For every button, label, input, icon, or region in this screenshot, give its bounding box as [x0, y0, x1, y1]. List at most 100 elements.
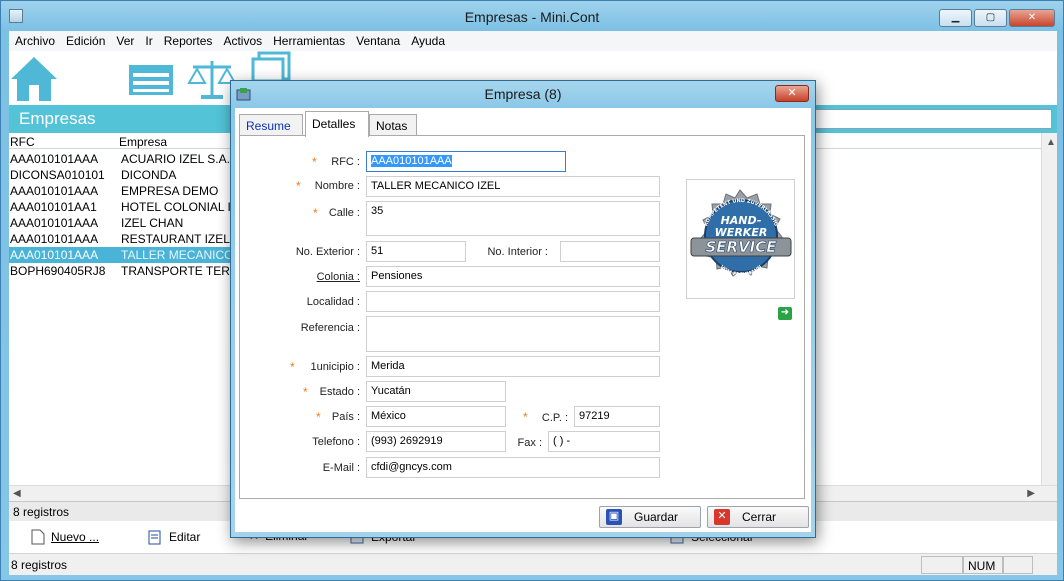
cancel-button[interactable]: ✕ Cerrar [707, 506, 809, 528]
scroll-up-icon[interactable]: ▲ [1046, 137, 1056, 148]
company-logo-image: KOMPETENT UND ZUVERLÄSSIG HAND- WERKER S… [690, 189, 792, 278]
table-row[interactable]: DICONSA010101 DICONDA [9, 167, 239, 183]
edit-label: Editar [169, 530, 201, 544]
window-title: Empresas - Mini.Cont [464, 9, 600, 25]
colonia-field[interactable]: Pensiones [366, 266, 660, 287]
dialog-title: Empresa (8) [484, 86, 562, 102]
table-row[interactable]: BOPH690405RJ8 TRANSPORTE TERR [9, 263, 239, 279]
cell-rfc: AAA010101AA1 [10, 200, 97, 214]
company-logo-frame[interactable]: KOMPETENT UND ZUVERLÄSSIG HAND- WERKER S… [686, 179, 795, 299]
no-exterior-field[interactable]: 51 [366, 241, 466, 262]
rfc-value: AAA010101AAA [371, 155, 452, 167]
table-icon[interactable] [127, 61, 177, 99]
calle-label: Calle : [328, 207, 360, 219]
close-button[interactable]: ✕ [1009, 9, 1055, 27]
title-bar: Empresas - Mini.Cont ▁ ▢ ✕ [1, 1, 1063, 31]
record-count: 8 registros [13, 505, 70, 519]
no-exterior-label: No. Exterior : [295, 246, 360, 258]
municipio-label: 1unicipio : [310, 361, 360, 373]
dialog-close-button[interactable]: ✕ [775, 85, 809, 102]
cell-rfc: AAA010101AAA [10, 184, 99, 198]
new-label: Nuevo ... [51, 530, 100, 544]
cell-empresa: DICONDA [121, 168, 177, 182]
table-row[interactable]: AAA010101AAA ACUARIO IZEL S.A. D [9, 151, 239, 167]
estado-label: Estado : [319, 386, 360, 398]
status-bar: 8 registros NUM [9, 553, 1057, 575]
edit-button[interactable]: Editar [147, 529, 200, 545]
estado-field[interactable]: Yucatán [366, 381, 506, 402]
menu-ayuda[interactable]: Ayuda [405, 31, 450, 51]
municipio-field[interactable]: Merida [366, 356, 660, 377]
telefono-label: Telefono : [312, 436, 360, 448]
new-button[interactable]: Nuevo ... [31, 529, 99, 545]
cancel-x-icon: ✕ [714, 509, 730, 525]
referencia-field[interactable] [366, 316, 660, 352]
required-mark: * [523, 410, 528, 424]
minimize-button[interactable]: ▁ [939, 9, 972, 27]
rfc-field[interactable]: AAA010101AAA [366, 151, 566, 172]
menu-reportes[interactable]: Reportes [158, 31, 218, 51]
cancel-label: Cerrar [742, 510, 777, 524]
menu-herramientas[interactable]: Herramientas [267, 31, 350, 51]
cell-empresa: HOTEL COLONIAL IZ [121, 200, 239, 214]
maximize-button[interactable]: ▢ [974, 9, 1007, 27]
vertical-scrollbar[interactable]: ▲ [1041, 133, 1057, 485]
pais-field[interactable]: México [366, 406, 506, 427]
cell-empresa: TALLER MECANICO [121, 248, 234, 262]
menu-ir[interactable]: Ir [139, 31, 157, 51]
tab-detalles[interactable]: Detalles [305, 111, 369, 137]
table-row[interactable]: AAA010101AAA IZEL CHAN [9, 215, 239, 231]
table-row[interactable]: AAA010101AAA EMPRESA DEMO [9, 183, 239, 199]
column-header-empresa[interactable]: Empresa [119, 135, 167, 149]
pais-label: País : [331, 411, 360, 423]
rfc-label: RFC : [331, 156, 360, 168]
telefono-field[interactable]: (993) 2692919 [366, 431, 506, 452]
section-title: Empresas [19, 109, 96, 128]
table-row[interactable]: AAA010101AA1 HOTEL COLONIAL IZ [9, 199, 239, 215]
menu-activos[interactable]: Activos [217, 31, 267, 51]
fax-field[interactable]: ( ) - [548, 431, 660, 452]
tab-notas[interactable]: Notas [369, 114, 417, 136]
save-label: Guardar [634, 510, 679, 524]
menu-archivo[interactable]: Archivo [9, 31, 60, 51]
cell-empresa: ACUARIO IZEL S.A. D [121, 152, 239, 166]
home-icon[interactable] [9, 53, 59, 103]
localidad-field[interactable] [366, 291, 660, 312]
company-dialog: Empresa (8) ✕ Resume Detalles Notas * RF… [230, 80, 816, 538]
menu-ventana[interactable]: Ventana [350, 31, 405, 51]
no-interior-label: No. Interior : [487, 246, 548, 258]
cell-rfc: AAA010101AAA [10, 232, 99, 246]
cp-field[interactable]: 97219 [574, 406, 660, 427]
calle-field[interactable]: 35 [366, 201, 660, 236]
menu-edicion[interactable]: Edición [60, 31, 110, 51]
dialog-body: Resume Detalles Notas * RFC : AAA010101A… [235, 108, 811, 532]
nombre-field[interactable]: TALLER MECANICO IZEL [366, 176, 660, 197]
cell-empresa: TRANSPORTE TERR [121, 264, 239, 278]
scroll-right-icon[interactable]: ▶ [1027, 488, 1035, 499]
documents-icon[interactable] [249, 51, 299, 81]
referencia-label: Referencia : [300, 322, 360, 334]
scroll-left-icon[interactable]: ◀ [13, 488, 21, 499]
save-button[interactable]: ▣ Guardar [599, 506, 701, 528]
tab-resume[interactable]: Resume [239, 114, 303, 136]
detalles-panel: * RFC : AAA010101AAA * Nombre : TALLER M… [239, 135, 805, 499]
email-label: E-Mail : [322, 462, 360, 474]
cell-empresa: EMPRESA DEMO [121, 184, 219, 198]
next-image-arrow-icon[interactable]: ➜ [778, 307, 792, 320]
table-row-selected[interactable]: AAA010101AAA TALLER MECANICO [9, 247, 239, 263]
cell-empresa: IZEL CHAN [121, 216, 184, 230]
logo-line3: SERVICE [705, 238, 777, 256]
menu-bar: Archivo Edición Ver Ir Reportes Activos … [9, 31, 1057, 51]
menu-ver[interactable]: Ver [110, 31, 139, 51]
cp-label: C.P. : [541, 412, 568, 424]
localidad-label: Localidad : [306, 296, 360, 308]
search-input[interactable] [806, 109, 1052, 129]
status-text: 8 registros [11, 558, 68, 572]
cell-empresa: RESTAURANT IZEL [121, 232, 230, 246]
column-header-rfc[interactable]: RFC [10, 135, 35, 149]
no-interior-field[interactable] [560, 241, 660, 262]
status-cell-empty-2 [1003, 556, 1033, 574]
colonia-label: Colonia : [316, 271, 360, 283]
email-field[interactable]: cfdi@gncys.com [366, 457, 660, 478]
table-row[interactable]: AAA010101AAA RESTAURANT IZEL [9, 231, 239, 247]
